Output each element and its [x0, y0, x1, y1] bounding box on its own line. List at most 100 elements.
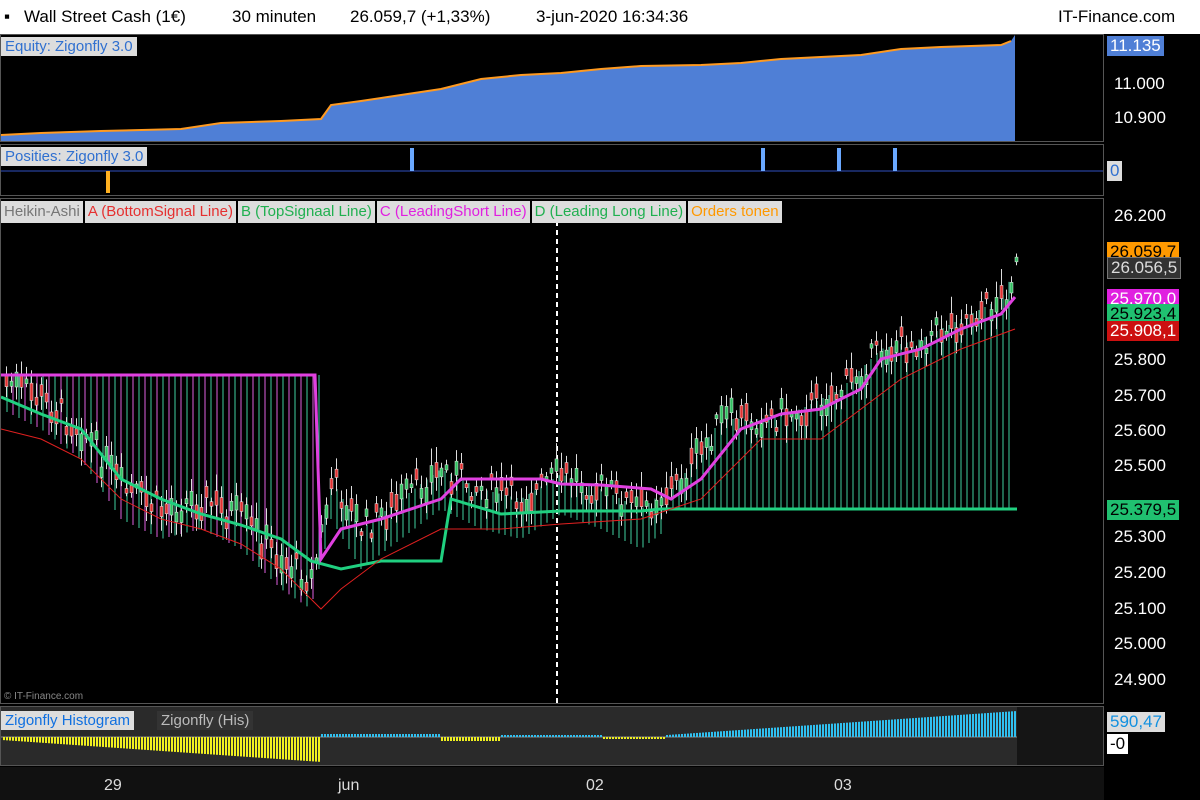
candle-body [179, 510, 184, 523]
histogram-bar [654, 737, 656, 739]
histogram-bar [900, 718, 902, 737]
equity-panel[interactable]: Equity: Zigonfly 3.0 [0, 34, 1104, 142]
histogram-label[interactable]: Zigonfly Histogram [1, 711, 135, 730]
histogram-bar [384, 734, 386, 737]
histogram-bar [849, 722, 851, 737]
histogram-bar [936, 716, 938, 737]
histogram-bar [369, 734, 371, 737]
histogram-bar [246, 737, 248, 757]
candle-body [74, 428, 79, 435]
histogram-bar [525, 735, 527, 737]
histogram-bar [933, 716, 935, 737]
histogram-bar [117, 737, 119, 748]
histogram-bar [897, 719, 899, 737]
candle-body [239, 501, 244, 512]
candle-body [589, 495, 594, 504]
histogram-bar [414, 734, 416, 737]
histogram-bar [825, 724, 827, 737]
histogram-bar [627, 737, 629, 739]
equity-tick: 10.900 [1114, 108, 1166, 127]
histogram-bar [258, 737, 260, 758]
x-tick: jun [338, 777, 360, 794]
histogram-bar [789, 726, 791, 737]
histogram-bar [543, 735, 545, 737]
histogram-bar [480, 737, 482, 741]
price-panel[interactable]: Heikin-Ashi A (BottomSignal Line) B (Top… [0, 198, 1104, 704]
histogram-bar [456, 737, 458, 741]
histogram-bar [183, 737, 185, 753]
candle-body [124, 488, 129, 494]
histogram-bar [588, 735, 590, 737]
histogram-bar [147, 737, 149, 751]
histogram-current: 590,47 [1107, 712, 1165, 732]
candle-body [829, 385, 834, 404]
histogram-bar [609, 737, 611, 739]
histogram-bar [357, 734, 359, 737]
histogram-bar [438, 734, 440, 737]
timeframe[interactable]: 30 minuten [232, 7, 316, 27]
histogram-bar [924, 717, 926, 737]
histogram-bar [306, 737, 308, 761]
histogram-bar [126, 737, 128, 749]
histogram-bar [411, 734, 413, 737]
histogram-bar [447, 737, 449, 741]
settings-icon[interactable]: ▪ [4, 7, 10, 27]
histogram-bar [444, 737, 446, 741]
histogram-bar [573, 735, 575, 737]
histogram-bar [951, 715, 953, 737]
equity-label[interactable]: Equity: Zigonfly 3.0 [1, 37, 137, 56]
candle-body [904, 347, 909, 364]
equity-axis: 11.135 11.000 10.900 [1104, 34, 1200, 142]
histogram-bar [279, 737, 281, 760]
histogram-bar [891, 719, 893, 737]
histogram-bar [1014, 711, 1016, 737]
candle-body [419, 488, 424, 499]
candle-body [39, 384, 44, 397]
histogram-bar [177, 737, 179, 753]
histogram-bar [501, 735, 503, 737]
histogram-bar [219, 737, 221, 755]
histogram-bar [864, 721, 866, 737]
histogram-bar [687, 733, 689, 737]
histogram-bar [780, 727, 782, 737]
histogram-bar [309, 737, 311, 762]
histogram-bar [63, 737, 65, 745]
candle-body [724, 406, 729, 420]
histogram-bar [114, 737, 116, 748]
histogram-bar [960, 714, 962, 737]
candle-body [189, 490, 194, 506]
histogram-bar [462, 737, 464, 741]
candle-body [64, 426, 69, 436]
histogram-bar [297, 737, 299, 761]
legend-item[interactable]: B (TopSignaal Line) [237, 201, 375, 223]
histogram-bar [660, 737, 662, 739]
legend-item[interactable]: Heikin-Ashi [1, 201, 83, 223]
histogram-bar [78, 737, 80, 746]
positions-label[interactable]: Posities: Zigonfly 3.0 [1, 147, 148, 166]
histogram-bar [642, 737, 644, 739]
histogram-bar [240, 737, 242, 757]
candle-body [549, 467, 554, 474]
positions-axis: 0 [1104, 144, 1200, 196]
histogram-bar [870, 721, 872, 737]
legend-item[interactable]: A (BottomSignal Line) [84, 201, 236, 223]
histogram-bar [303, 737, 305, 761]
candle-body [739, 405, 744, 419]
histogram-bar [510, 735, 512, 737]
positions-panel[interactable]: Posities: Zigonfly 3.0 [0, 144, 1104, 196]
histogram-bar [255, 737, 257, 758]
histogram-bar [882, 720, 884, 737]
legend-item[interactable]: Orders tonen [688, 201, 782, 223]
histogram-bar [3, 737, 5, 741]
histogram-bar [873, 720, 875, 737]
histogram-bar [927, 717, 929, 737]
histogram-panel[interactable]: Zigonfly Histogram Zigonfly (His) [0, 706, 1104, 766]
histogram-bar [9, 737, 11, 741]
price-tick: 25.300 [1114, 527, 1166, 546]
legend-item[interactable]: C (LeadingShort Line) [376, 201, 530, 223]
legend-item[interactable]: D (Leading Long Line) [531, 201, 687, 223]
histogram-label-2[interactable]: Zigonfly (His) [157, 711, 254, 730]
candle-body [644, 500, 649, 507]
candle-body [799, 415, 804, 426]
candle-body [754, 428, 759, 435]
